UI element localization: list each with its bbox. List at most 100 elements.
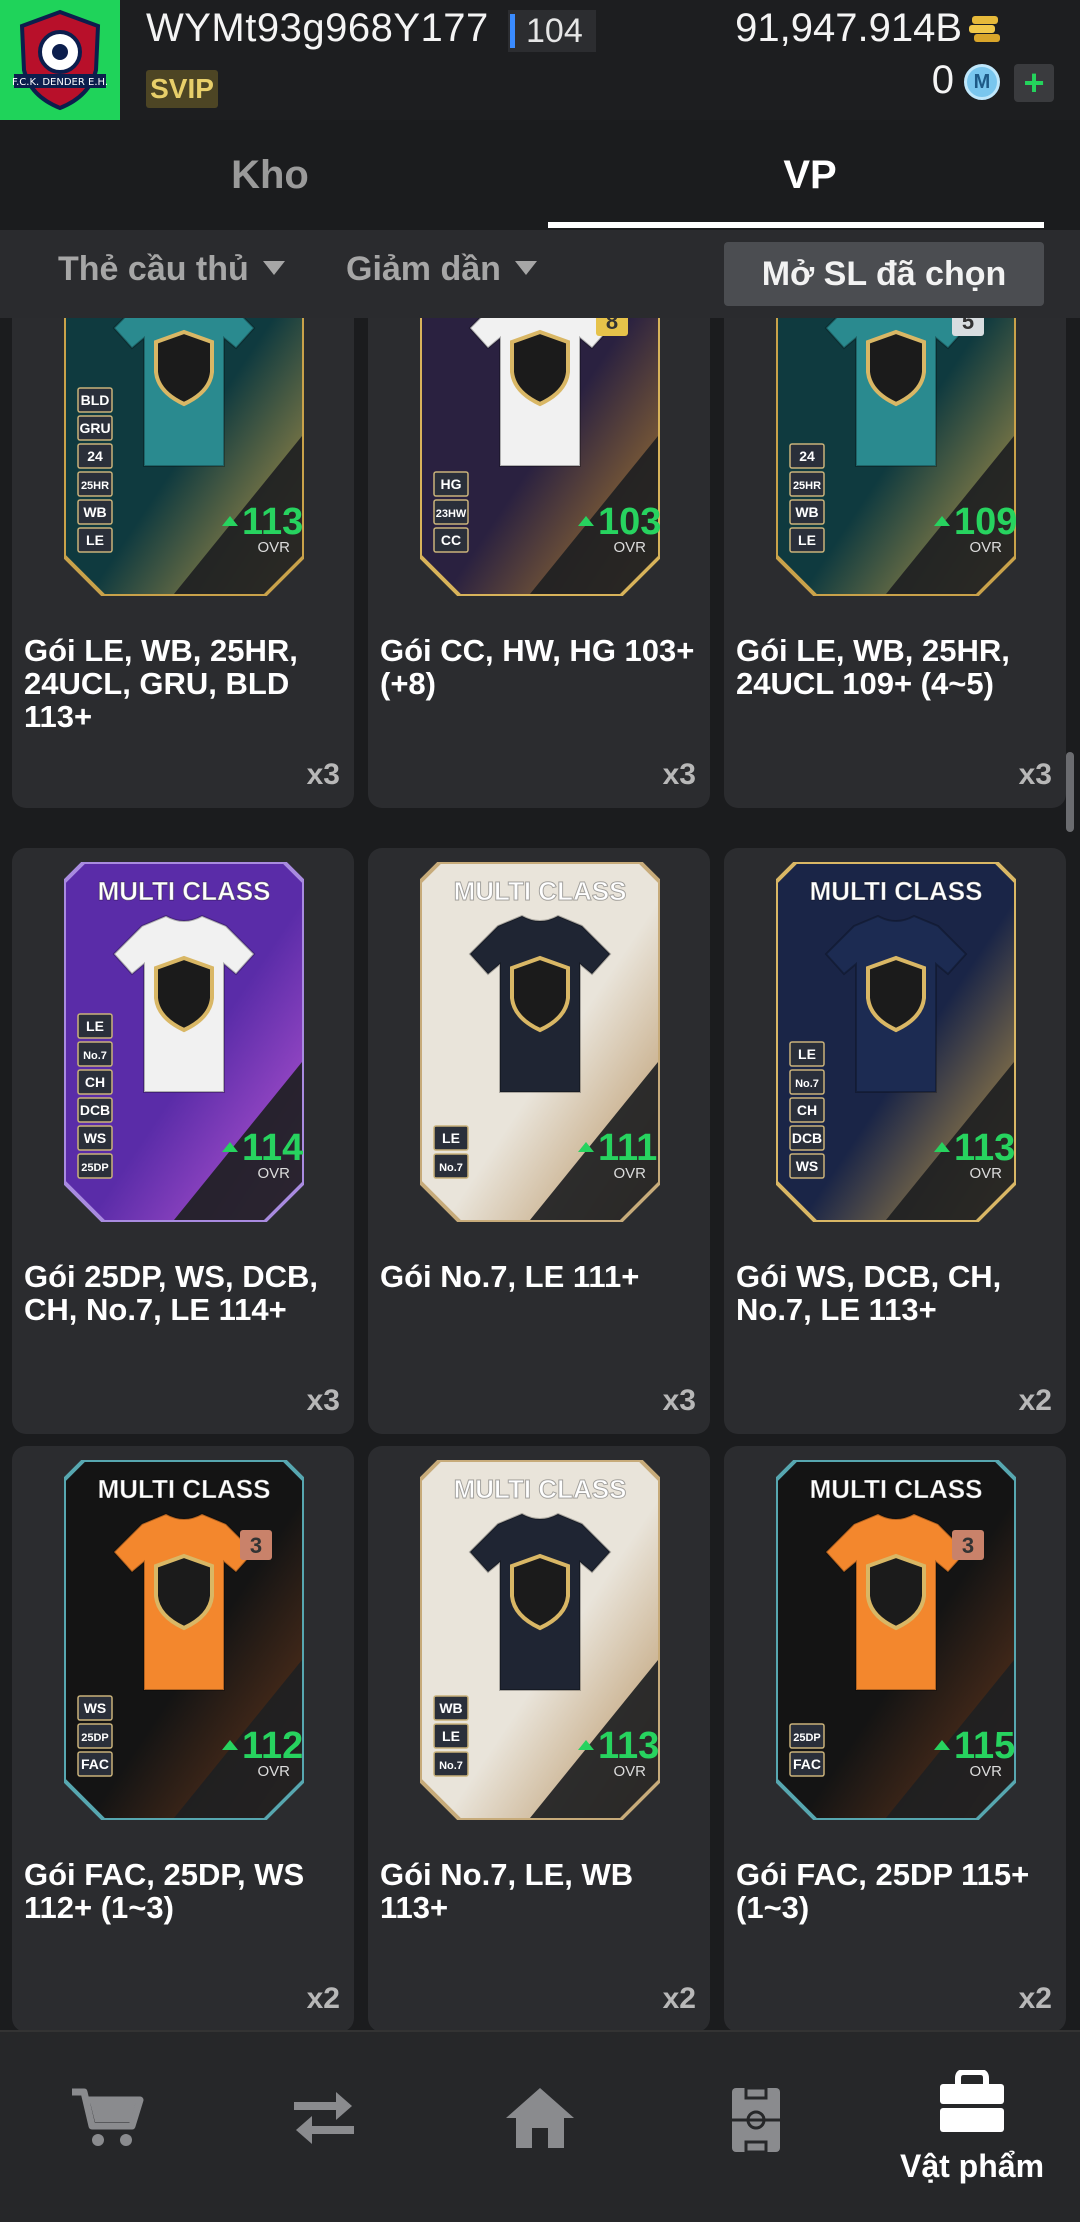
nav-items-label: Vật phẩm [899,2148,1045,2184]
top-header: F.C.K. DENDER E.H. WYMt93g968Y177 104 SV… [0,0,1080,120]
item-name: Gói CC, HW, HG 103+ (+8) [380,633,695,701]
pack-card-image: MULTI CLASS LE No.7 CH DCB WS 113OVR [776,862,1016,1222]
item-quantity: x2 [1018,1982,1052,2015]
ovr-value: 115 [954,1725,1015,1767]
nav-items[interactable]: Vật phẩm [864,2032,1080,2222]
class-tag: WS [796,1158,819,1174]
ovr-label: OVR [257,1165,290,1182]
item-card[interactable]: MULTI CLASS52425HRWBLE109OVR Gói LE, WB, … [724,318,1066,808]
ovr-label: OVR [969,1165,1002,1182]
bottom-navigation: Vật phẩm [0,2030,1080,2222]
ovr-value: 113 [242,501,303,543]
item-card[interactable]: MULTI CLASS LE No.7 111 OVR Gói No.7, LE 111+… [368,848,710,1434]
class-tag: LE [86,532,104,548]
item-quantity: x2 [662,1982,696,2015]
card-title-label: MULTI CLASS [810,1474,983,1504]
pack-card-image: MULTI CLASS52425HRWBLE109OVR [776,318,1016,596]
class-tag: LE [86,1018,104,1034]
player-level-badge: 104 [508,10,596,52]
class-tag: FAC [81,1756,109,1772]
class-tag: BLD [81,392,110,408]
class-tag: 25DP [81,1732,109,1744]
sort-order-label: Giảm dần [346,250,501,288]
nav-transfer[interactable] [216,2032,432,2222]
card-title-label: MULTI CLASS [810,876,983,906]
pack-card-image: MULTI CLASS WB LE No.7 113OVR [420,1460,660,1820]
emblem-icon [154,955,214,1033]
card-title-label: MULTI CLASS [454,1474,627,1504]
category-filter-dropdown[interactable]: Thẻ cầu thủ [58,250,285,289]
class-tag: CH [85,1074,105,1090]
item-card[interactable]: MULTI CLASS LE No.7 CH DCB WS 113 OVR Gói WS, DC… [724,848,1066,1434]
item-card[interactable]: MULTI CLASS LE No.7 CH DCB WS 25DP 114 OVR Gói 25… [12,848,354,1434]
ovr-label: OVR [613,1763,646,1780]
coin-balance: 91,947.914B [735,6,962,50]
tab-bar: Kho VP [0,120,1080,232]
cart-icon [72,2088,144,2146]
class-tag: LE [798,1046,816,1062]
ovr-label: OVR [969,1763,1002,1780]
class-tag: 25HR [793,480,821,492]
item-name: Gói 25DP, WS, DCB, CH, No.7, LE 114+ [24,1259,318,1327]
tab-vp[interactable]: VP [540,120,1080,230]
open-selected-button[interactable]: Mở SL đã chọn [724,242,1044,306]
item-quantity: x3 [1018,758,1052,791]
item-quantity: x2 [306,1982,340,2015]
nav-shop[interactable] [0,2032,216,2222]
card-level-badge: 3 [250,1533,262,1558]
club-logo[interactable]: F.C.K. DENDER E.H. [0,0,120,120]
class-tag: DCB [792,1130,822,1146]
emblem-icon [510,1553,570,1631]
class-tag: No.7 [439,1162,463,1174]
class-tag: No.7 [83,1050,107,1062]
class-tag: HG [441,476,462,492]
ovr-value: 112 [242,1725,303,1767]
emblem-icon [510,955,570,1033]
ovr-value: 114 [242,1127,303,1169]
card-level-badge: 5 [962,318,974,334]
nav-home[interactable] [432,2032,648,2222]
item-card[interactable]: MULTI CLASS 3 25DP FAC 115 OVR Gói FAC, 25DP 1… [724,1446,1066,2030]
ovr-value: 103 [598,501,660,543]
item-card[interactable]: MULTI CLASS WB LE No.7 113 OVR Gói No.7, LE, W… [368,1446,710,2030]
item-name: Gói LE, WB, 25HR, 24UCL 109+ (4~5) [736,633,1010,701]
item-quantity: x3 [306,758,340,791]
transfer-icon [294,2092,354,2144]
emblem-icon [154,1553,214,1631]
ovr-value: 113 [598,1725,659,1767]
item-name: Gói FAC, 25DP, WS 112+ (1~3) [24,1857,305,1925]
bag-icon [940,2070,1004,2132]
svg-text:F.C.K. DENDER E.H.: F.C.K. DENDER E.H. [12,77,108,88]
add-currency-button[interactable]: + [1014,64,1054,102]
emblem-icon [510,329,570,407]
player-username: WYMt93g968Y177 [146,6,489,50]
ovr-label: OVR [257,539,290,556]
ovr-label: OVR [969,539,1002,556]
class-tag: WS [84,1130,107,1146]
item-card[interactable]: MULTI CLASSBLDGRU2425HRWBLE113OVRGói LE,… [12,318,354,808]
item-quantity: x3 [306,1384,340,1417]
sort-order-dropdown[interactable]: Giảm dần [346,250,537,289]
class-tag: 23HW [436,508,467,520]
item-quantity: x2 [1018,1384,1052,1417]
class-tag: 25HR [81,480,109,492]
player-level: 104 [526,12,583,50]
card-title-label: MULTI CLASS [454,876,627,906]
filter-bar: Thẻ cầu thủ Giảm dần Mở SL đã chọn [0,232,1080,318]
class-tag: WB [439,1700,462,1716]
ovr-label: OVR [613,1165,646,1182]
class-tag: 24 [87,448,103,464]
ovr-value: 113 [954,1127,1015,1169]
field-icon [732,2086,780,2154]
class-tag: CH [797,1102,817,1118]
ovr-value: 109 [954,501,1016,543]
item-card[interactable]: MULTI CLASS8HG23HWCC103OVRGói CC, HW, HG… [368,318,710,808]
item-grid: MULTI CLASSBLDGRU2425HRWBLE113OVRGói LE,… [0,318,1080,2030]
emblem-icon [154,329,214,407]
item-quantity: x3 [662,1384,696,1417]
tab-kho[interactable]: Kho [0,120,540,230]
nav-squad[interactable] [648,2032,864,2222]
item-card[interactable]: MULTI CLASS 3 WS 25DP FAC 112 OVR Gói FAC, 25DP… [12,1446,354,2030]
scrollbar[interactable] [1066,752,1074,832]
vip-badge[interactable]: SVIP [146,70,218,108]
